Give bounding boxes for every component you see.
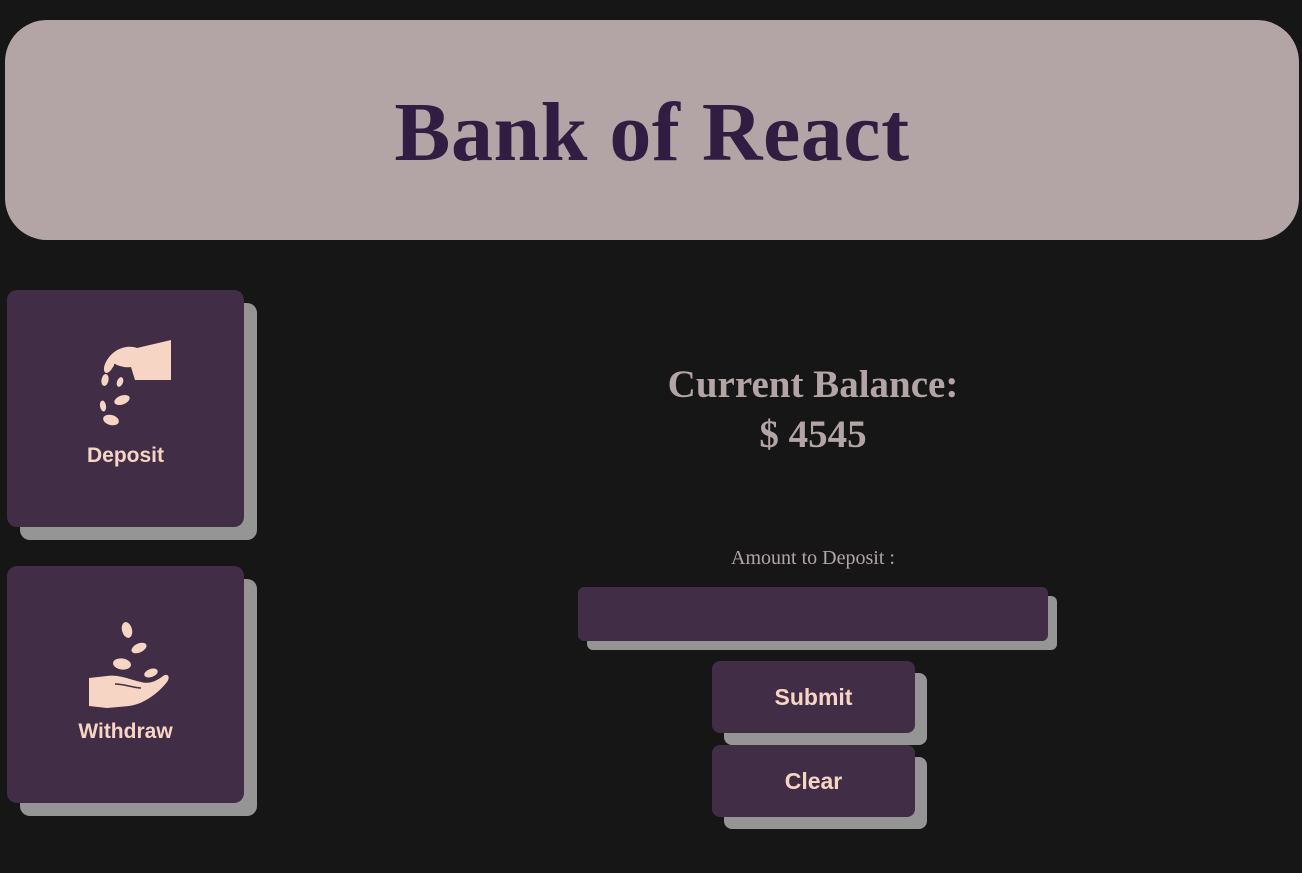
- page-title: Bank of React: [394, 85, 910, 179]
- deposit-nav-button[interactable]: Deposit: [7, 290, 244, 527]
- app-page: Bank of React Deposit Withdraw Current B…: [0, 0, 1302, 873]
- hand-dropping-coins-icon: [99, 340, 171, 426]
- submit-button[interactable]: Submit: [712, 661, 915, 733]
- balance-amount: $ 4545: [759, 413, 867, 456]
- hand-receiving-coins-icon: [89, 622, 169, 708]
- clear-button[interactable]: Clear: [712, 745, 915, 817]
- current-balance: Current Balance: $ 4545: [563, 360, 1063, 460]
- header-banner: Bank of React: [5, 20, 1299, 240]
- balance-label: Current Balance:: [667, 363, 959, 406]
- amount-field-label: Amount to Deposit :: [731, 547, 895, 569]
- amount-input[interactable]: [578, 587, 1048, 641]
- withdraw-label: Withdraw: [78, 720, 173, 743]
- withdraw-nav-button[interactable]: Withdraw: [7, 566, 244, 803]
- deposit-label: Deposit: [86, 444, 164, 467]
